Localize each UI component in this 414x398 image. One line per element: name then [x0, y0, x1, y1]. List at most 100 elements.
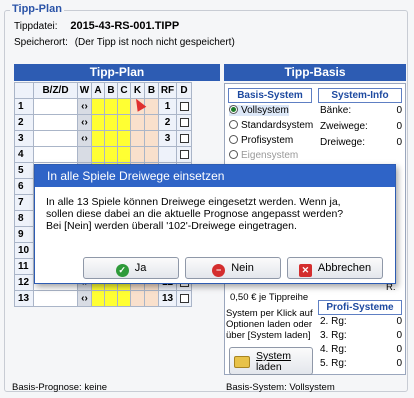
- row-number[interactable]: 6: [14, 178, 34, 195]
- yes-button[interactable]: ✓ Ja: [83, 257, 179, 279]
- cell-c[interactable]: [117, 130, 131, 147]
- radio-eigensystem[interactable]: Eigensystem: [229, 150, 298, 161]
- cancel-x-icon: ✕: [298, 264, 312, 277]
- row-number[interactable]: 3: [14, 130, 34, 147]
- cell-k[interactable]: [130, 114, 145, 131]
- profi-rg5: 5. Rg: 0: [320, 358, 402, 369]
- row-number[interactable]: 5: [14, 162, 34, 179]
- checkbox[interactable]: [179, 149, 189, 159]
- cell-b2[interactable]: [144, 130, 159, 147]
- cell-bzd[interactable]: [33, 290, 78, 307]
- tipp-plan-header: Tipp-Plan: [14, 64, 220, 81]
- cell-w[interactable]: ‹›: [77, 114, 92, 131]
- col-d: D: [176, 82, 192, 99]
- col-bzd: B/Z/D: [33, 82, 78, 99]
- cell-a[interactable]: [91, 146, 105, 163]
- grid-row[interactable]: 2 ‹› 2: [14, 114, 192, 131]
- cell-a[interactable]: [91, 114, 105, 131]
- cell-bzd[interactable]: [33, 146, 78, 163]
- location-label: Speicherort:: [14, 37, 68, 48]
- tipp-basis-header: Tipp-Basis: [224, 64, 406, 81]
- rg-value: 0: [396, 316, 402, 327]
- no-button[interactable]: − Nein: [185, 257, 281, 279]
- cell-w[interactable]: ‹›: [77, 290, 92, 307]
- cell-d[interactable]: [176, 98, 192, 115]
- cell-bzd[interactable]: [33, 130, 78, 147]
- instructions: System per Klick auf Optionen laden oder…: [226, 308, 313, 341]
- row-number[interactable]: 7: [14, 194, 34, 211]
- rg-value: 0: [396, 330, 402, 341]
- row-number[interactable]: 10: [14, 242, 34, 259]
- grid-row[interactable]: 1 ‹› 1: [14, 98, 192, 115]
- radio-icon: [229, 120, 238, 129]
- cell-rf[interactable]: 1: [158, 98, 177, 115]
- grid-row[interactable]: 13 ‹› 13: [14, 290, 192, 307]
- tipp-plan-window: Tipp-Plan Tippdatei: 2015-43-RS-001.TIPP…: [0, 0, 414, 398]
- check-icon: ✓: [115, 264, 129, 277]
- cell-a[interactable]: [91, 98, 105, 115]
- corner-cell: [14, 82, 34, 99]
- info-zweiwege: Zweiwege: 0: [320, 121, 402, 132]
- cell-b[interactable]: [104, 114, 118, 131]
- cell-b[interactable]: [104, 130, 118, 147]
- checkbox[interactable]: [179, 133, 189, 143]
- row-number[interactable]: 1: [14, 98, 34, 115]
- row-number[interactable]: 8: [14, 210, 34, 227]
- radio-profisystem[interactable]: Profisystem: [229, 135, 293, 146]
- cancel-button[interactable]: ✕ Abbrechen: [287, 257, 383, 279]
- col-k: K: [130, 82, 145, 99]
- cell-w[interactable]: ‹›: [77, 98, 92, 115]
- cell-c[interactable]: [117, 290, 131, 307]
- row-number[interactable]: 4: [14, 146, 34, 163]
- location-value: (Der Tipp ist noch nicht gespeichert): [74, 37, 235, 48]
- row-number[interactable]: 11: [14, 258, 34, 275]
- profi-rg3: 3. Rg: 0: [320, 330, 402, 341]
- cell-a[interactable]: [91, 130, 105, 147]
- cell-d[interactable]: [176, 114, 192, 131]
- checkbox[interactable]: [179, 293, 189, 303]
- rg-value: 0: [396, 358, 402, 369]
- cell-b[interactable]: [104, 146, 118, 163]
- cell-b2[interactable]: [144, 114, 159, 131]
- cell-bzd[interactable]: [33, 114, 78, 131]
- col-b: B: [104, 82, 118, 99]
- cell-w[interactable]: [77, 146, 92, 163]
- checkbox[interactable]: [179, 117, 189, 127]
- grid-row[interactable]: 3 ‹› 3: [14, 130, 192, 147]
- cell-b[interactable]: [104, 98, 118, 115]
- radio-label: Profisystem: [241, 135, 294, 146]
- row-number[interactable]: 9: [14, 226, 34, 243]
- cell-a[interactable]: [91, 290, 105, 307]
- cell-k[interactable]: [130, 290, 145, 307]
- price-text: 0,50 € je Tippreihe: [230, 292, 309, 303]
- cell-rf[interactable]: [158, 146, 177, 163]
- grid-row[interactable]: 4: [14, 146, 192, 163]
- row-number[interactable]: 2: [14, 114, 34, 131]
- grid-column-header: B/Z/D W A B C K B RF D: [14, 82, 192, 99]
- cell-d[interactable]: [176, 146, 192, 163]
- cell-c[interactable]: [117, 146, 131, 163]
- cell-c[interactable]: [117, 98, 131, 115]
- system-laden-button[interactable]: System laden: [229, 347, 313, 375]
- cell-rf[interactable]: 2: [158, 114, 177, 131]
- cell-w[interactable]: ‹›: [77, 130, 92, 147]
- cell-b2[interactable]: [144, 146, 159, 163]
- cell-b2[interactable]: [144, 290, 159, 307]
- cell-rf[interactable]: 13: [158, 290, 177, 307]
- radio-standardsystem[interactable]: Standardsystem: [229, 120, 313, 131]
- radio-vollsystem[interactable]: Vollsystem: [229, 105, 289, 116]
- col-w: W: [77, 82, 92, 99]
- dialog-message: In alle 13 Spiele können Dreiwege einges…: [46, 196, 344, 232]
- row-number[interactable]: 13: [14, 290, 34, 307]
- cell-d[interactable]: [176, 130, 192, 147]
- cell-c[interactable]: [117, 114, 131, 131]
- cell-bzd[interactable]: [33, 98, 78, 115]
- row-number[interactable]: 12: [14, 274, 34, 291]
- confirm-dialog: In alle Spiele Dreiwege einsetzen In all…: [34, 164, 396, 284]
- cell-k[interactable]: [130, 130, 145, 147]
- cell-d[interactable]: [176, 290, 192, 307]
- cell-rf[interactable]: 3: [158, 130, 177, 147]
- cell-b[interactable]: [104, 290, 118, 307]
- cell-k[interactable]: [130, 146, 145, 163]
- checkbox[interactable]: [179, 101, 189, 111]
